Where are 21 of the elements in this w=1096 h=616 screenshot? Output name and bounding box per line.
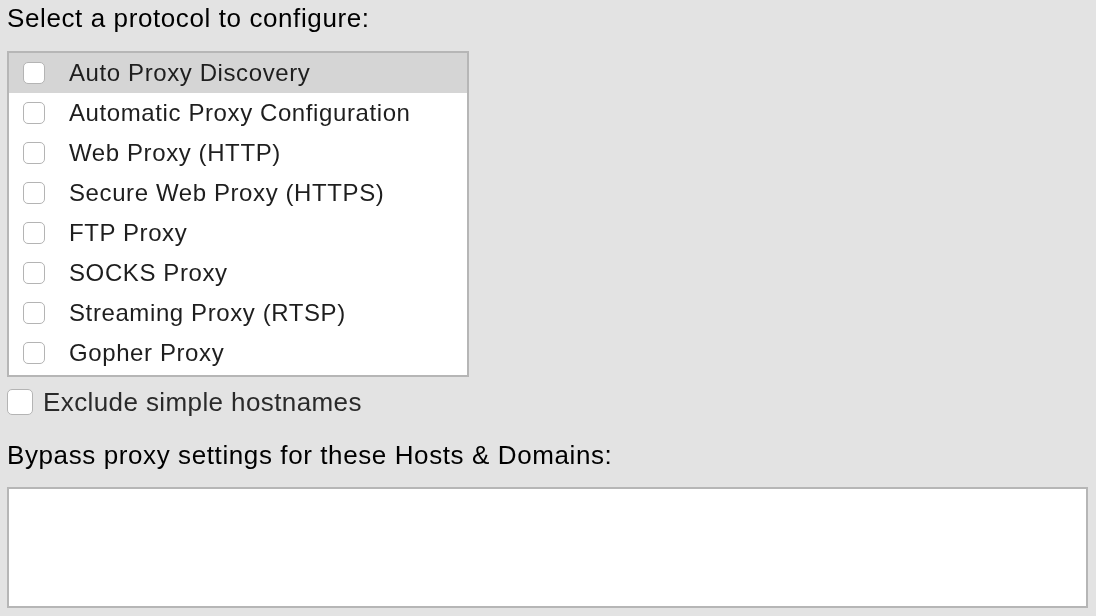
- protocol-row[interactable]: Auto Proxy Discovery: [9, 53, 467, 93]
- checkbox[interactable]: [23, 222, 45, 244]
- protocol-row[interactable]: Streaming Proxy (RTSP): [9, 293, 467, 333]
- checkbox[interactable]: [23, 62, 45, 84]
- checkbox-label: Exclude simple hostnames: [43, 386, 362, 418]
- protocol-row[interactable]: SOCKS Proxy: [9, 253, 467, 293]
- protocol-row[interactable]: Secure Web Proxy (HTTPS): [9, 173, 467, 213]
- protocol-row[interactable]: Gopher Proxy: [9, 333, 467, 373]
- section-label: Select a protocol to configure:: [7, 4, 371, 32]
- protocol-row[interactable]: FTP Proxy: [9, 213, 467, 253]
- checkbox[interactable]: [23, 142, 45, 164]
- checkbox[interactable]: [23, 262, 45, 284]
- checkbox[interactable]: [23, 182, 45, 204]
- section-label: Bypass proxy settings for these Hosts & Domains:: [7, 441, 614, 469]
- checkbox[interactable]: [23, 342, 45, 364]
- checkbox[interactable]: [23, 302, 45, 324]
- bypass-hosts-field[interactable]: [7, 487, 1088, 608]
- checkbox[interactable]: [23, 102, 45, 124]
- checkbox[interactable]: [7, 389, 33, 415]
- protocol-row[interactable]: Automatic Proxy Configuration: [9, 93, 467, 133]
- protocol-row[interactable]: Web Proxy (HTTP): [9, 133, 467, 173]
